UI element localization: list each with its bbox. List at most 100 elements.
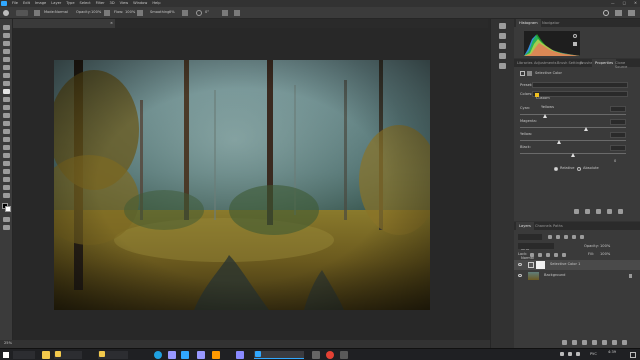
slider-thumb[interactable] (583, 127, 588, 131)
menu-filter[interactable]: Filter (96, 1, 105, 6)
after-effects-icon[interactable] (197, 351, 205, 359)
volume-icon[interactable] (576, 352, 580, 356)
preset-select[interactable]: Custom (532, 82, 628, 100)
quick-select-tool-icon[interactable] (3, 49, 10, 54)
windows-start-icon[interactable] (3, 352, 9, 358)
ps-logo-icon[interactable] (1, 1, 7, 6)
pressure-size-icon[interactable] (222, 10, 228, 16)
edge-icon[interactable] (154, 351, 162, 359)
crop-tool-icon[interactable] (3, 57, 10, 62)
layer-row[interactable]: Selective Color 1 (514, 260, 640, 270)
tab-clone-source[interactable]: Clone Source (612, 59, 640, 69)
blur-tool-icon[interactable] (3, 129, 10, 134)
quick-mask-icon[interactable] (3, 217, 10, 222)
visibility-eye-icon[interactable] (518, 274, 522, 277)
close-icon[interactable]: ✕ (634, 1, 637, 6)
histogram-refresh-icon[interactable] (573, 34, 577, 38)
document-photo[interactable] (54, 60, 430, 310)
brush-tool-button-icon[interactable] (3, 89, 10, 94)
blend-mode-select[interactable]: Normal (518, 243, 554, 260)
colors-select[interactable]: Yellows (532, 91, 628, 109)
lock-all-icon[interactable] (562, 253, 566, 257)
history-brush-tool-icon[interactable] (3, 105, 10, 110)
slider-track[interactable] (520, 140, 626, 141)
symmetry-icon[interactable] (234, 10, 240, 16)
marquee-tool-icon[interactable] (3, 33, 10, 38)
history-panel-icon[interactable] (499, 23, 506, 29)
filter-pixel-icon[interactable] (548, 235, 552, 239)
stamp-tool-icon[interactable] (3, 97, 10, 102)
slider-value-box[interactable]: -51 (610, 106, 626, 124)
method-relative-radio[interactable] (554, 167, 558, 171)
delete-layer-icon[interactable] (622, 340, 627, 345)
reset-icon[interactable] (596, 209, 601, 214)
healing-tool-icon[interactable] (3, 81, 10, 86)
maximize-icon[interactable]: □ (623, 1, 626, 6)
workspace-icon[interactable] (615, 10, 622, 16)
photoshop-icon[interactable] (181, 351, 189, 359)
character-panel-icon[interactable] (499, 63, 506, 69)
smoothing-options-icon[interactable] (182, 10, 188, 16)
slider-value-box[interactable]: -26 (610, 132, 626, 150)
menu-image[interactable]: Image (35, 1, 46, 6)
clip-to-layer-icon[interactable] (574, 209, 579, 214)
more-tools-icon[interactable] (3, 193, 10, 198)
filter-smart-icon[interactable] (580, 235, 584, 239)
menu-layer[interactable]: Layer (51, 1, 61, 6)
shape-tool-icon[interactable] (3, 169, 10, 174)
brush-settings-icon[interactable] (34, 10, 40, 16)
layer-mask-thumbnail[interactable] (536, 261, 545, 269)
premiere-icon[interactable] (168, 351, 176, 359)
add-mask-icon[interactable] (582, 340, 587, 345)
path-select-tool-icon[interactable] (3, 161, 10, 166)
zoom-readout[interactable]: 25% (4, 341, 12, 346)
layer-row[interactable]: Background (514, 271, 640, 281)
layer-style-icon[interactable] (572, 340, 577, 345)
document-tab[interactable]: TIM_5208.NEF @ 25% (Selective Color 1, L… (13, 19, 120, 37)
mask-icon[interactable] (527, 71, 532, 76)
taskbar-search-box[interactable] (13, 351, 35, 359)
flow-value[interactable]: 100% (125, 10, 135, 15)
filter-shape-icon[interactable] (572, 235, 576, 239)
chrome-icon[interactable] (326, 351, 334, 359)
lock-artboard-icon[interactable] (554, 253, 558, 257)
screen-mode-icon[interactable] (3, 225, 10, 230)
app-icon[interactable] (340, 351, 348, 359)
tab-histogram[interactable]: Histogram (516, 19, 541, 27)
new-layer-icon[interactable] (612, 340, 617, 345)
swatches-panel-icon[interactable] (499, 53, 506, 59)
close-tab-icon[interactable]: × (110, 21, 113, 26)
link-layers-icon[interactable] (562, 340, 567, 345)
pen-tool-icon[interactable] (3, 145, 10, 150)
brush-tool-icon[interactable] (3, 10, 9, 16)
menu-window[interactable]: Window (133, 1, 147, 6)
visibility-eye-icon[interactable] (518, 263, 522, 266)
color-panel-icon[interactable] (499, 43, 506, 49)
method-absolute-radio[interactable] (577, 167, 581, 171)
slider-value-box[interactable]: +25 (610, 119, 626, 137)
menu-edit[interactable]: Edit (23, 1, 30, 6)
network-icon[interactable] (568, 352, 572, 356)
visibility-toggle-icon[interactable] (607, 209, 612, 214)
app-icon[interactable] (312, 351, 320, 359)
lock-transparent-icon[interactable] (530, 253, 534, 257)
taskbar-app-2[interactable] (98, 351, 128, 359)
lock-position-icon[interactable] (546, 253, 550, 257)
menu-help[interactable]: Help (152, 1, 160, 6)
filter-type-icon[interactable] (564, 235, 568, 239)
actions-panel-icon[interactable] (499, 33, 506, 39)
lock-icon[interactable] (629, 274, 632, 278)
opacity-value[interactable]: 100% (91, 10, 101, 15)
slider-value-box[interactable]: 0 (610, 145, 626, 163)
tab-navigator[interactable]: Navigator (539, 19, 563, 27)
slider-track[interactable] (520, 114, 626, 115)
share-icon[interactable] (628, 10, 635, 16)
slider-thumb[interactable] (557, 140, 562, 144)
file-explorer-icon[interactable] (42, 351, 50, 359)
tab-paths[interactable]: Paths (550, 222, 566, 230)
dodge-tool-icon[interactable] (3, 137, 10, 142)
move-tool-icon[interactable] (3, 25, 10, 30)
menu-view[interactable]: View (120, 1, 129, 6)
menu-3d[interactable]: 3D (110, 1, 115, 6)
layer-name[interactable]: Selective Color 1 (550, 262, 580, 267)
